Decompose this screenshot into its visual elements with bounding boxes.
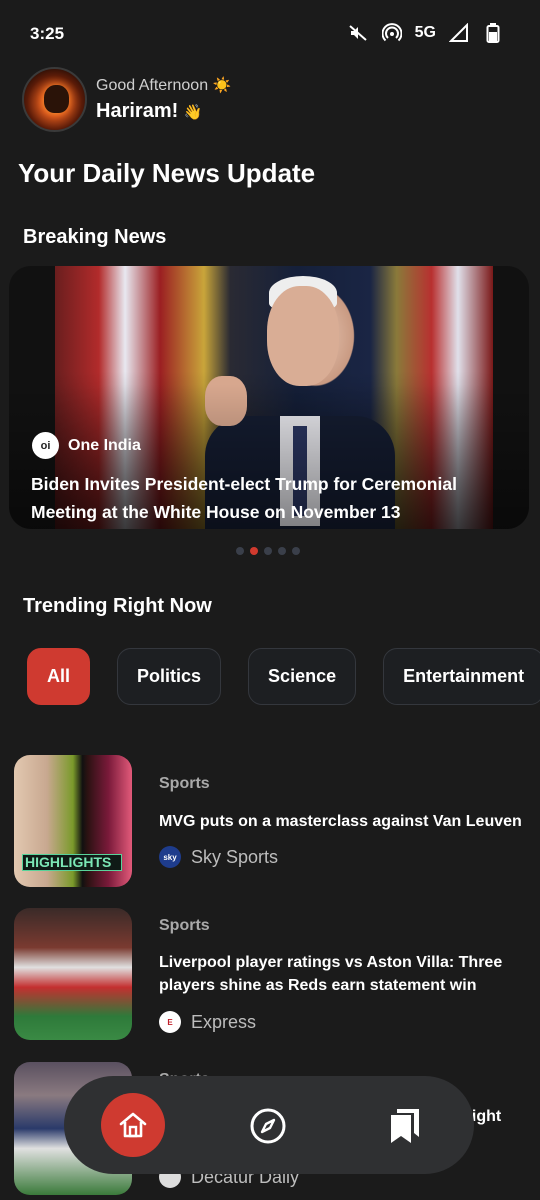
chip-politics[interactable]: Politics bbox=[117, 648, 222, 705]
sky-sports-logo-icon: sky bbox=[159, 846, 181, 868]
hotspot-icon bbox=[381, 22, 403, 44]
mute-icon bbox=[347, 22, 369, 44]
greeting-text: Good Afternoon ☀️ bbox=[96, 77, 232, 94]
avatar[interactable] bbox=[22, 67, 87, 132]
carousel-dot-active[interactable] bbox=[250, 547, 258, 555]
news-source-name: Express bbox=[191, 1011, 257, 1032]
bottom-navigation bbox=[64, 1076, 474, 1174]
bookmarks-icon bbox=[391, 1109, 419, 1143]
trending-title: Trending Right Now bbox=[23, 595, 212, 617]
source-name: One India bbox=[68, 436, 141, 454]
news-source: sky Sky Sports bbox=[159, 846, 278, 868]
source-logo-icon: oi bbox=[32, 432, 59, 459]
status-bar: 3:25 5G bbox=[0, 0, 540, 66]
carousel-dot[interactable] bbox=[278, 547, 286, 555]
battery-icon bbox=[482, 22, 504, 44]
news-title: MVG puts on a masterclass against Van Le… bbox=[159, 813, 522, 830]
carousel-indicator[interactable] bbox=[236, 547, 300, 555]
news-category: Sports bbox=[159, 917, 210, 934]
user-name: Hariram! 👋 bbox=[96, 100, 203, 122]
news-source: E Express bbox=[159, 1011, 256, 1033]
highlights-label: HIGHLIGHTS bbox=[25, 854, 112, 870]
wave-icon: 👋 bbox=[183, 104, 203, 121]
news-category: Sports bbox=[159, 775, 210, 792]
status-icons: 5G bbox=[347, 22, 504, 44]
breaking-news-title: Breaking News bbox=[23, 226, 167, 248]
news-thumbnail: HIGHLIGHTS bbox=[14, 755, 132, 887]
sun-icon: ☀️ bbox=[212, 77, 232, 94]
express-logo-icon: E bbox=[159, 1011, 181, 1033]
news-item[interactable]: Sports Liverpool player ratings vs Aston… bbox=[14, 908, 534, 1040]
news-title: Liverpool player ratings vs Aston Villa:… bbox=[159, 954, 503, 994]
greeting-header: Good Afternoon ☀️ Hariram! 👋 bbox=[22, 67, 502, 133]
page-title: Your Daily News Update bbox=[18, 158, 316, 188]
news-item[interactable]: HIGHLIGHTS Sports MVG puts on a mastercl… bbox=[14, 755, 534, 887]
carousel-dot[interactable] bbox=[292, 547, 300, 555]
chip-entertainment[interactable]: Entertainment bbox=[383, 648, 540, 705]
nav-explore[interactable] bbox=[249, 1107, 287, 1145]
breaking-news-card[interactable]: oi One India Biden Invites President-ele… bbox=[9, 266, 529, 529]
network-type: 5G bbox=[414, 24, 436, 41]
breaking-news-headline: Biden Invites President-elect Trump for … bbox=[31, 474, 457, 522]
signal-icon bbox=[448, 22, 470, 44]
category-chips: All Politics Science Entertainment bbox=[27, 648, 540, 705]
chip-all[interactable]: All bbox=[27, 648, 91, 705]
news-source-name: Sky Sports bbox=[191, 846, 279, 867]
news-thumbnail bbox=[14, 908, 132, 1040]
chip-science[interactable]: Science bbox=[248, 648, 357, 705]
carousel-dot[interactable] bbox=[264, 547, 272, 555]
compass-icon bbox=[250, 1108, 286, 1144]
breaking-news-source: oi One India bbox=[32, 432, 141, 459]
carousel-dot[interactable] bbox=[236, 547, 244, 555]
nav-saved[interactable] bbox=[386, 1107, 424, 1145]
nav-home[interactable] bbox=[101, 1093, 165, 1157]
status-time: 3:25 bbox=[30, 24, 65, 43]
home-icon bbox=[119, 1112, 147, 1138]
